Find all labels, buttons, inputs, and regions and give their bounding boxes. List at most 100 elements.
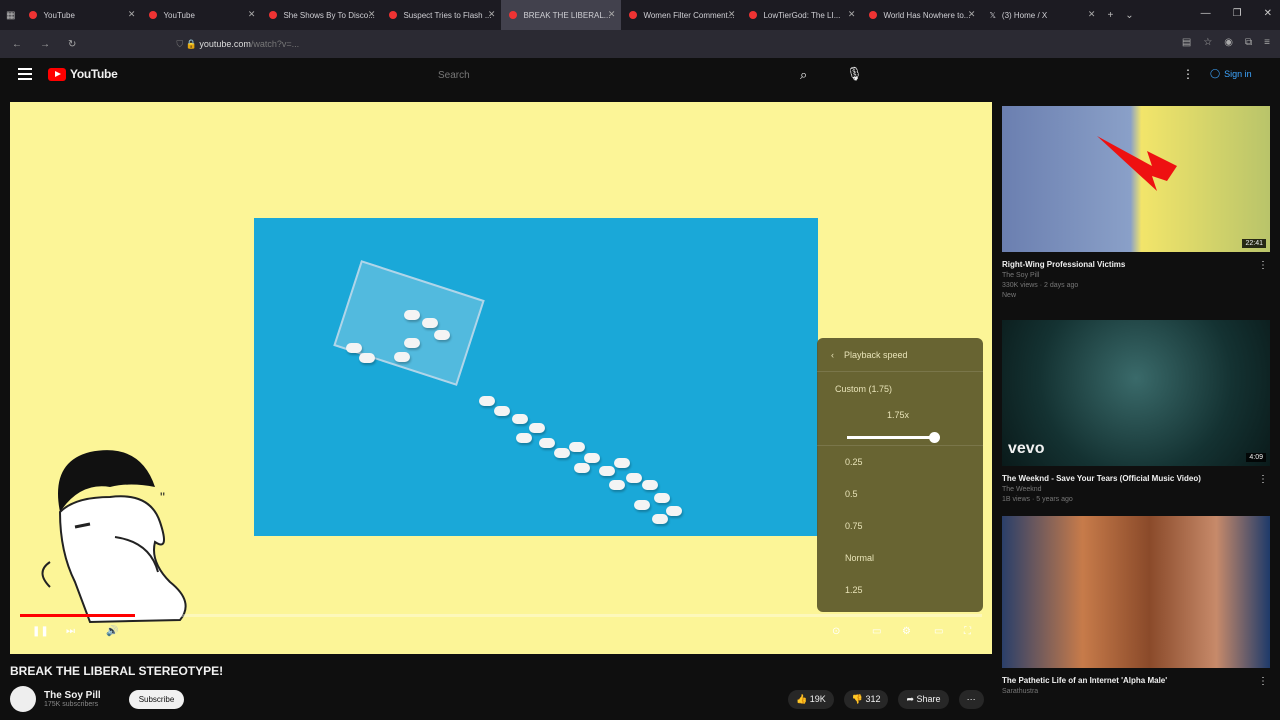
subscribe-button[interactable]: Subscribe	[128, 689, 185, 709]
maximize-icon[interactable]: ❐	[1233, 8, 1242, 19]
custom-speed-value: 1.75x	[887, 410, 910, 420]
custom-speed-label: Custom (1.75)	[835, 384, 893, 394]
close-icon[interactable]: ✕	[608, 9, 616, 20]
like-button[interactable]: 👍 19K	[788, 690, 834, 709]
youtube-favicon-icon	[149, 11, 158, 19]
volume-icon[interactable]: 🔊	[106, 626, 118, 637]
close-icon[interactable]: ✕	[968, 9, 976, 20]
settings-gear-icon[interactable]: ⚙	[902, 626, 911, 637]
youtube-header: YouTube Search ⌕ 🎙 ⋮ ◯ Sign in	[0, 58, 1280, 94]
svg-text:": "	[160, 489, 165, 505]
close-icon[interactable]: ✕	[1088, 9, 1096, 20]
speed-slider[interactable]	[847, 432, 940, 443]
channel-row: The Soy Pill 175K subscribers Subscribe	[10, 686, 185, 712]
new-tab-icon[interactable]: +	[1107, 10, 1113, 21]
captions-icon[interactable]: ▭	[872, 626, 881, 637]
search-input[interactable]: Search	[430, 66, 770, 86]
related-video-title: The Weeknd - Save Your Tears (Official M…	[1002, 474, 1201, 483]
app-menu-icon[interactable]: ≡	[1264, 37, 1270, 48]
more-options-icon[interactable]: ⋮	[1258, 474, 1268, 485]
video-player[interactable]: " ‹ Playback speed Custom (1.75) 1.75x 0…	[10, 102, 992, 654]
speed-menu-header[interactable]: ‹ Playback speed	[817, 338, 983, 372]
browser-tab[interactable]: YouTube ✕	[141, 0, 261, 30]
pause-icon[interactable]: ❚❚	[32, 626, 49, 637]
channel-name[interactable]: The Soy Pill	[44, 690, 101, 701]
search-icon[interactable]: ⌕	[800, 67, 807, 83]
dislike-button[interactable]: 👎 312	[843, 690, 889, 709]
vevo-logo: vevo	[1008, 440, 1045, 457]
channel-avatar[interactable]	[10, 686, 36, 712]
extensions-icon[interactable]: ⧉	[1245, 37, 1252, 48]
sign-in-button[interactable]: ◯ Sign in	[1210, 68, 1252, 79]
more-options-icon[interactable]: ⋮	[1182, 67, 1194, 81]
browser-tab[interactable]: 𝕏 (3) Home / X ✕	[981, 0, 1101, 30]
share-icon: ➦	[906, 694, 917, 704]
browser-tab[interactable]: World Has Nowhere to... ✕	[861, 0, 981, 30]
browser-tab[interactable]: YouTube ✕	[21, 0, 141, 30]
more-actions-icon[interactable]: ⋯	[958, 690, 984, 709]
related-video[interactable]: vevo 4:09 The Weeknd - Save Your Tears (…	[1002, 320, 1270, 503]
tab-list-icon[interactable]: ▦	[6, 10, 15, 21]
custom-speed-section[interactable]: Custom (1.75) 1.75x	[817, 372, 983, 446]
tab-overflow-icon[interactable]: ⌄	[1125, 10, 1133, 21]
thumbs-down-icon: 👎	[851, 694, 866, 704]
chevron-left-icon[interactable]: ‹	[831, 350, 834, 360]
bookmark-star-icon[interactable]: ☆	[1203, 37, 1212, 48]
youtube-favicon-icon	[29, 11, 38, 19]
duration-badge: 22:41	[1242, 239, 1266, 248]
close-icon[interactable]: ✕	[848, 9, 856, 20]
browser-tab[interactable]: She Shows By To Disco... ✕	[261, 0, 381, 30]
forward-icon[interactable]: →	[40, 39, 50, 50]
close-icon[interactable]: ✕	[728, 9, 736, 20]
youtube-logo[interactable]: YouTube	[48, 67, 118, 81]
speed-option[interactable]: 0.5	[817, 478, 983, 510]
next-icon[interactable]: ⏭	[66, 626, 75, 637]
autoplay-toggle-icon[interactable]: ⊙	[832, 626, 840, 637]
related-meta: 330K views · 2 days ago	[1002, 282, 1079, 289]
speed-option[interactable]: 1.25	[817, 574, 983, 606]
close-icon[interactable]: ✕	[488, 9, 496, 20]
close-icon[interactable]: ✕	[368, 9, 376, 20]
speed-option[interactable]: 0.25	[817, 446, 983, 478]
video-thumbnail[interactable]	[1002, 516, 1270, 668]
account-icon[interactable]: ◉	[1224, 37, 1233, 48]
browser-tab[interactable]: Women Filter Comment... ✕	[621, 0, 741, 30]
more-options-icon[interactable]: ⋮	[1258, 260, 1268, 271]
speed-option[interactable]: 0.75	[817, 510, 983, 542]
video-title: BREAK THE LIBERAL STEREOTYPE!	[10, 664, 224, 678]
close-icon[interactable]: ✕	[248, 9, 256, 20]
browser-tab[interactable]: Suspect Tries to Flash ... ✕	[381, 0, 501, 30]
video-thumbnail[interactable]: 22:41	[1002, 106, 1270, 252]
player-controls: ❚❚ ⏭ 🔊 ⊙ ▭ ⚙ ▭ ⛶	[20, 624, 982, 646]
speed-option[interactable]: Normal	[817, 542, 983, 574]
video-thumbnail[interactable]: vevo 4:09	[1002, 320, 1270, 466]
hamburger-menu-icon[interactable]	[18, 68, 32, 80]
address-bar[interactable]: ⛉ 🔒 youtube.com/watch?v=...	[176, 39, 299, 50]
fullscreen-icon[interactable]: ⛶	[964, 626, 971, 637]
red-arrow-icon	[1097, 136, 1177, 191]
reload-icon[interactable]: ↻	[68, 39, 76, 50]
youtube-favicon-icon	[389, 11, 398, 19]
minimize-icon[interactable]: —	[1201, 8, 1211, 19]
progress-bar[interactable]	[20, 614, 982, 617]
browser-toolbar: ← → ↻ ⛉ 🔒 youtube.com/watch?v=... ▤ ☆ ◉ …	[0, 30, 1280, 58]
more-options-icon[interactable]: ⋮	[1258, 676, 1268, 687]
related-video[interactable]: 22:41 Right-Wing Professional Victims ⋮ …	[1002, 106, 1270, 299]
browser-tab[interactable]: LowTierGod: The LI... ✕	[741, 0, 861, 30]
slider-knob[interactable]	[929, 432, 940, 443]
youtube-favicon-icon	[509, 11, 518, 19]
back-icon[interactable]: ←	[12, 39, 22, 50]
related-video-title: Right-Wing Professional Victims	[1002, 260, 1126, 269]
cartoon-character: "	[41, 450, 187, 624]
close-icon[interactable]: ✕	[128, 9, 136, 20]
browser-tab-active[interactable]: BREAK THE LIBERAL... ✕	[501, 0, 622, 30]
video-actions: 👍 19K 👎 312 ➦ Share ⋯	[788, 690, 984, 709]
reader-view-icon[interactable]: ▤	[1182, 37, 1191, 48]
microphone-icon[interactable]: 🎙	[846, 66, 863, 82]
share-button[interactable]: ➦ Share	[898, 690, 949, 709]
window-close-icon[interactable]: ✕	[1264, 8, 1272, 19]
browser-tab-bar: ▦ YouTube ✕ YouTube ✕ She Shows By To Disc…	[0, 0, 1280, 30]
theater-mode-icon[interactable]: ▭	[934, 626, 943, 637]
pill-bottle	[333, 260, 485, 386]
related-video[interactable]: The Pathetic Life of an Internet 'Alpha …	[1002, 516, 1270, 695]
